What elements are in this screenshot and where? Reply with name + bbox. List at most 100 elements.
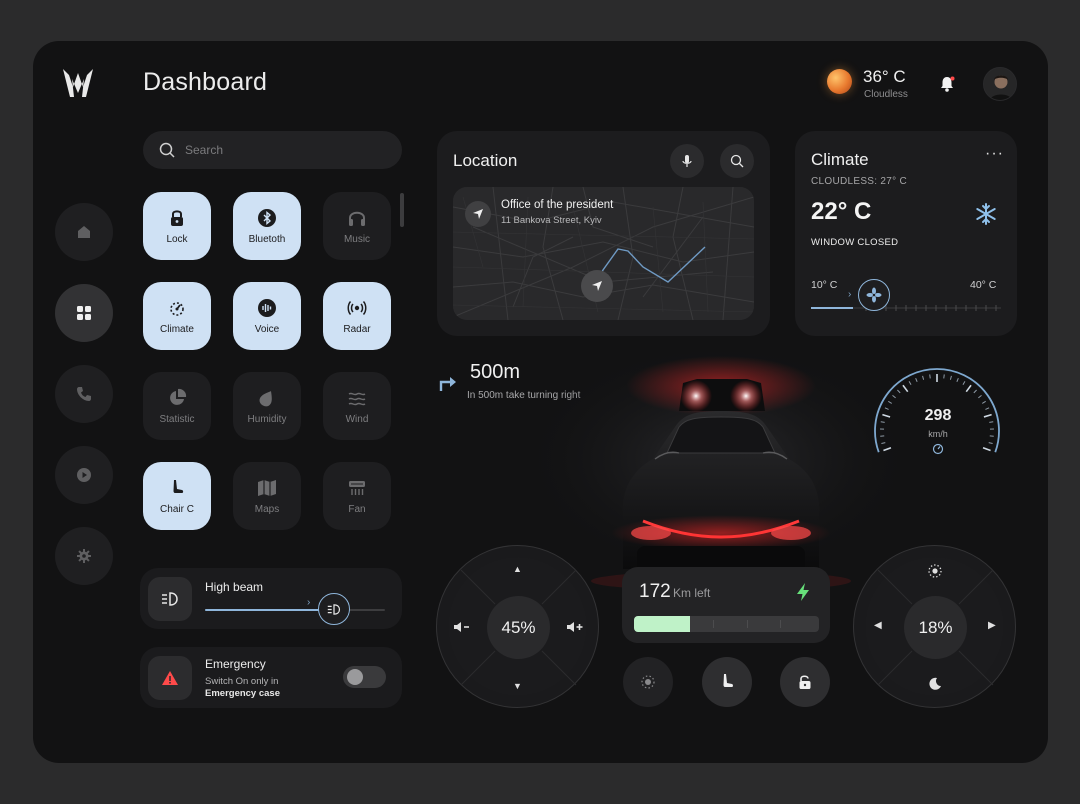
location-card: Location Office of the president 11 Bank… [437,131,770,336]
control-chair[interactable]: Chair C [143,462,211,530]
climate-outside: CLOUDLESS: 27° C [811,176,908,187]
speed-tick [973,389,977,394]
climate-card: Climate ··· CLOUDLESS: 27° C 22° C WINDO… [795,131,1017,336]
location-search-button[interactable] [720,144,754,178]
voice-icon [258,298,276,317]
sun-icon[interactable] [927,563,943,579]
weather-condition: Cloudless [864,89,908,100]
emergency-button[interactable] [148,656,192,700]
control-humidity[interactable]: Humidity [233,372,301,440]
high-beam-toggle[interactable] [148,577,192,621]
control-label: Voice [254,323,280,335]
emergency-toggle[interactable] [343,666,386,688]
brightness-button[interactable] [623,657,673,707]
more-options-icon[interactable]: ··· [985,145,1004,163]
sidebar-item-phone[interactable] [55,365,113,423]
speed-tick [915,377,918,383]
voice-search-button[interactable] [670,144,704,178]
drop-icon [259,390,272,406]
high-beam-slider-knob[interactable] [318,593,350,625]
speed-tick [888,400,892,404]
speed-tick [989,421,994,423]
door-lock-button[interactable] [780,657,830,707]
speed-tick [883,447,892,452]
control-statistic[interactable]: Statistic [143,372,211,440]
avatar[interactable] [983,67,1017,101]
battery-segment [747,620,748,628]
slider-ticks [811,305,1001,311]
search-icon [159,142,175,158]
speed-tick [892,394,896,399]
weather-icon [827,69,852,94]
sidebar-item-media[interactable] [55,446,113,504]
control-climate[interactable]: Climate [143,282,211,350]
speed-tick [929,374,931,379]
chevron-right-icon: › [848,289,852,300]
volume-dial[interactable]: 45% ▲ ▼ [436,545,599,708]
high-beam-slider-fill [205,609,335,611]
emergency-card: Emergency Switch On only in Emergency ca… [140,647,402,708]
control-maps[interactable]: Maps [233,462,301,530]
sidebar-item-home[interactable] [55,203,113,261]
control-wind[interactable]: Wind [323,372,391,440]
right-arrow-icon[interactable]: ▶ [988,620,996,631]
map-view[interactable]: Office of the president 11 Bankova Stree… [453,187,754,320]
volume-up-icon[interactable] [566,620,584,634]
speed-tick [983,413,992,418]
speed-tick [982,400,986,404]
unlock-icon [799,675,811,689]
control-music[interactable]: Music [323,192,391,260]
speed-gauge-icon [932,443,944,455]
sidebar-item-settings[interactable] [55,527,113,585]
speed-tick [985,407,990,410]
speed-tick [988,442,993,444]
temperature-slider[interactable] [811,299,1001,311]
car-position-marker [581,270,613,302]
speed-tick [943,374,945,379]
map-icon [258,479,276,496]
volume-down-icon[interactable] [453,620,471,634]
phone-icon [77,387,91,401]
sidebar-item-apps[interactable] [55,284,113,342]
control-voice[interactable]: Voice [233,282,301,350]
speed-value: 298 [924,407,952,424]
control-fan[interactable]: Fan [323,462,391,530]
search-bar[interactable] [143,131,402,169]
destination-marker [465,201,491,227]
weather-temperature: 36° C [863,67,906,86]
seat-icon [723,674,733,687]
control-radar[interactable]: Radar [323,282,391,350]
speed-tick [962,381,966,386]
fan-icon [349,480,365,495]
speed-tick [884,407,889,410]
moon-icon[interactable] [928,677,942,691]
up-arrow-icon[interactable]: ▲ [513,564,522,574]
control-label: Bluetoth [248,233,286,245]
high-beam-slider[interactable] [205,609,385,611]
speed-tick [949,375,952,380]
high-beam-card: High beam › [140,568,402,629]
climate-temperature: 22° C [811,198,872,225]
microphone-icon [682,155,692,167]
temperature-slider-knob[interactable] [858,279,890,311]
left-arrow-icon[interactable]: ◀ [874,620,882,631]
speed-tick [978,394,982,399]
emergency-desc-line1: Switch On only in [205,676,279,687]
dashboard-window: Dashboard 36° C Cloudless Search Lock Bl… [33,41,1048,763]
control-bluetooth[interactable]: Bluetoth [233,192,301,260]
gear-icon [77,549,91,563]
fan-value: 18% [904,596,967,659]
controls-scrollbar[interactable] [400,193,404,227]
fan-dial[interactable]: 18% ◀ ▶ [853,545,1016,708]
seat-button[interactable] [702,657,752,707]
radar-icon [347,300,367,315]
navigation-arrow-icon [592,281,602,291]
speed-tick [965,384,972,393]
down-arrow-icon[interactable]: ▼ [513,681,522,691]
emergency-title: Emergency [205,657,266,671]
bell-icon[interactable] [938,75,956,93]
search-input[interactable] [185,143,365,157]
location-title: Location [453,151,518,170]
control-lock[interactable]: Lock [143,192,211,260]
battery-segment [780,620,781,628]
